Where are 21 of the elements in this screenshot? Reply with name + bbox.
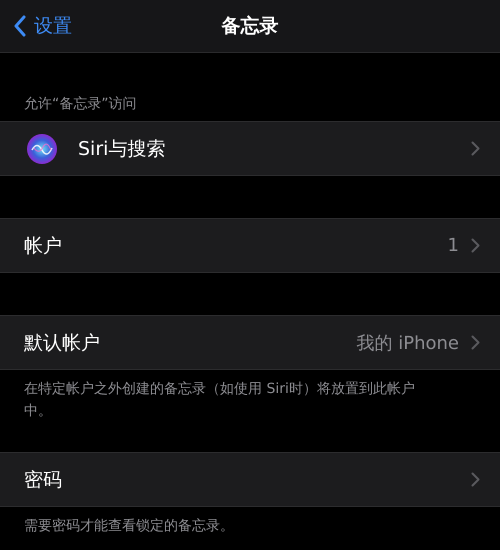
settings-row[interactable]: 帐户 1 bbox=[0, 219, 500, 272]
row-label: 默认帐户 bbox=[24, 330, 101, 356]
chevron-icon bbox=[471, 238, 480, 253]
row-label: Siri与搜索 bbox=[78, 136, 166, 162]
siri-icon bbox=[26, 132, 58, 164]
chevron-icon bbox=[471, 472, 480, 487]
back-chevron-icon bbox=[14, 15, 26, 37]
row-label: 帐户 bbox=[24, 234, 63, 258]
settings-row[interactable]: 默认帐户 我的 iPhone bbox=[0, 316, 500, 369]
chevron-icon bbox=[471, 141, 480, 156]
chevron-icon bbox=[471, 335, 480, 350]
row-value: 1 bbox=[448, 235, 459, 256]
settings-row[interactable]: 密码 bbox=[0, 453, 500, 506]
section-footer: 需要密码才能查看锁定的备忘录。 bbox=[0, 507, 500, 537]
section-header: 允许“备忘录”访问 bbox=[24, 95, 137, 113]
settings-row[interactable]: Siri与搜索 bbox=[0, 122, 500, 175]
back-button[interactable]: 设置 bbox=[14, 13, 72, 39]
section-footer: 在特定帐户之外创建的备忘录（如使用 Siri时）将放置到此帐户中。 bbox=[0, 370, 500, 422]
row-value: 我的 iPhone bbox=[356, 332, 459, 354]
row-label: 密码 bbox=[24, 468, 63, 492]
nav-title: 备忘录 bbox=[222, 15, 278, 37]
